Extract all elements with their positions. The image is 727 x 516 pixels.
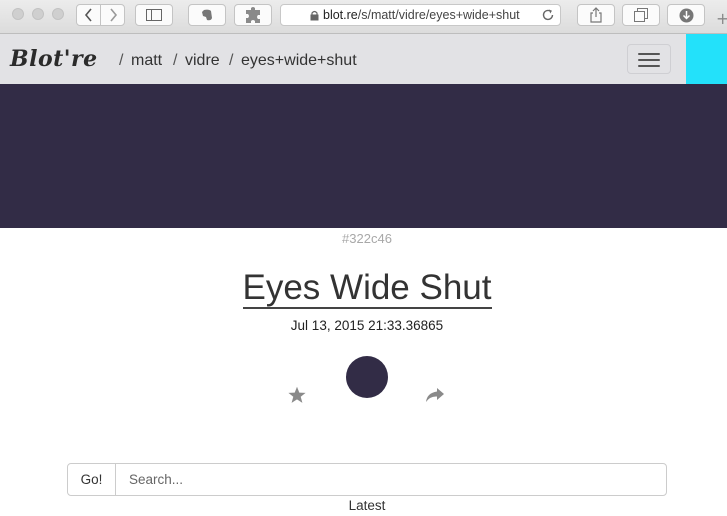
evernote-extension-button[interactable] — [188, 4, 226, 26]
share-page-button[interactable] — [577, 4, 615, 26]
brand-logo[interactable]: Blot're — [10, 47, 98, 71]
back-icon — [84, 8, 92, 22]
url-path: /s/matt/vidre/eyes+wide+shut — [357, 8, 520, 22]
star-icon[interactable] — [287, 386, 307, 405]
browser-toolbar: blot.re/s/matt/vidre/eyes+wide+shut + — [0, 0, 727, 34]
forward-icon — [109, 8, 117, 22]
new-tab-button[interactable]: + — [716, 11, 727, 27]
minimize-window-button[interactable] — [32, 8, 44, 20]
tabs-icon — [634, 8, 648, 22]
accent-color-block — [686, 34, 727, 84]
go-button[interactable]: Go! — [68, 464, 116, 495]
download-icon — [679, 8, 693, 22]
sidebar-button[interactable] — [135, 4, 173, 26]
color-hex-label: #322c46 — [342, 231, 392, 246]
extension-button[interactable] — [234, 4, 272, 26]
status-timestamp: Jul 13, 2015 21:33.36865 — [290, 318, 444, 333]
url-host: blot.re — [323, 8, 358, 22]
share-arrow-icon[interactable] — [425, 387, 445, 403]
reload-icon[interactable] — [541, 8, 555, 22]
breadcrumb-separator: / — [229, 52, 234, 69]
back-button[interactable] — [76, 4, 101, 26]
menu-toggle-button[interactable] — [627, 44, 671, 74]
color-swatch — [346, 356, 388, 398]
evernote-icon — [202, 9, 212, 21]
sidebar-icon — [146, 9, 162, 21]
color-banner — [0, 84, 727, 228]
breadcrumb-separator: / — [119, 52, 124, 69]
page-title: Eyes Wide Shut — [0, 266, 727, 310]
search-input[interactable] — [117, 464, 666, 495]
site-navbar: Blot're / matt / vidre / eyes+wide+shut — [0, 34, 727, 84]
status-title-link[interactable]: Eyes Wide Shut — [242, 268, 492, 309]
puzzle-icon — [246, 7, 260, 23]
breadcrumb-separator: / — [173, 52, 178, 69]
breadcrumb-user[interactable]: matt — [131, 52, 162, 70]
zoom-window-button[interactable] — [52, 8, 64, 20]
share-icon — [590, 7, 602, 23]
breadcrumb-stream[interactable]: vidre — [185, 52, 220, 70]
downloads-button[interactable] — [667, 4, 705, 26]
lock-icon — [310, 10, 319, 20]
latest-heading: Latest — [348, 498, 386, 513]
search-group: Go! — [67, 463, 667, 496]
show-tabs-button[interactable] — [622, 4, 660, 26]
close-window-button[interactable] — [12, 8, 24, 20]
breadcrumb-tag[interactable]: eyes+wide+shut — [241, 52, 357, 70]
forward-button[interactable] — [100, 4, 125, 26]
address-bar[interactable]: blot.re/s/matt/vidre/eyes+wide+shut — [280, 4, 561, 26]
